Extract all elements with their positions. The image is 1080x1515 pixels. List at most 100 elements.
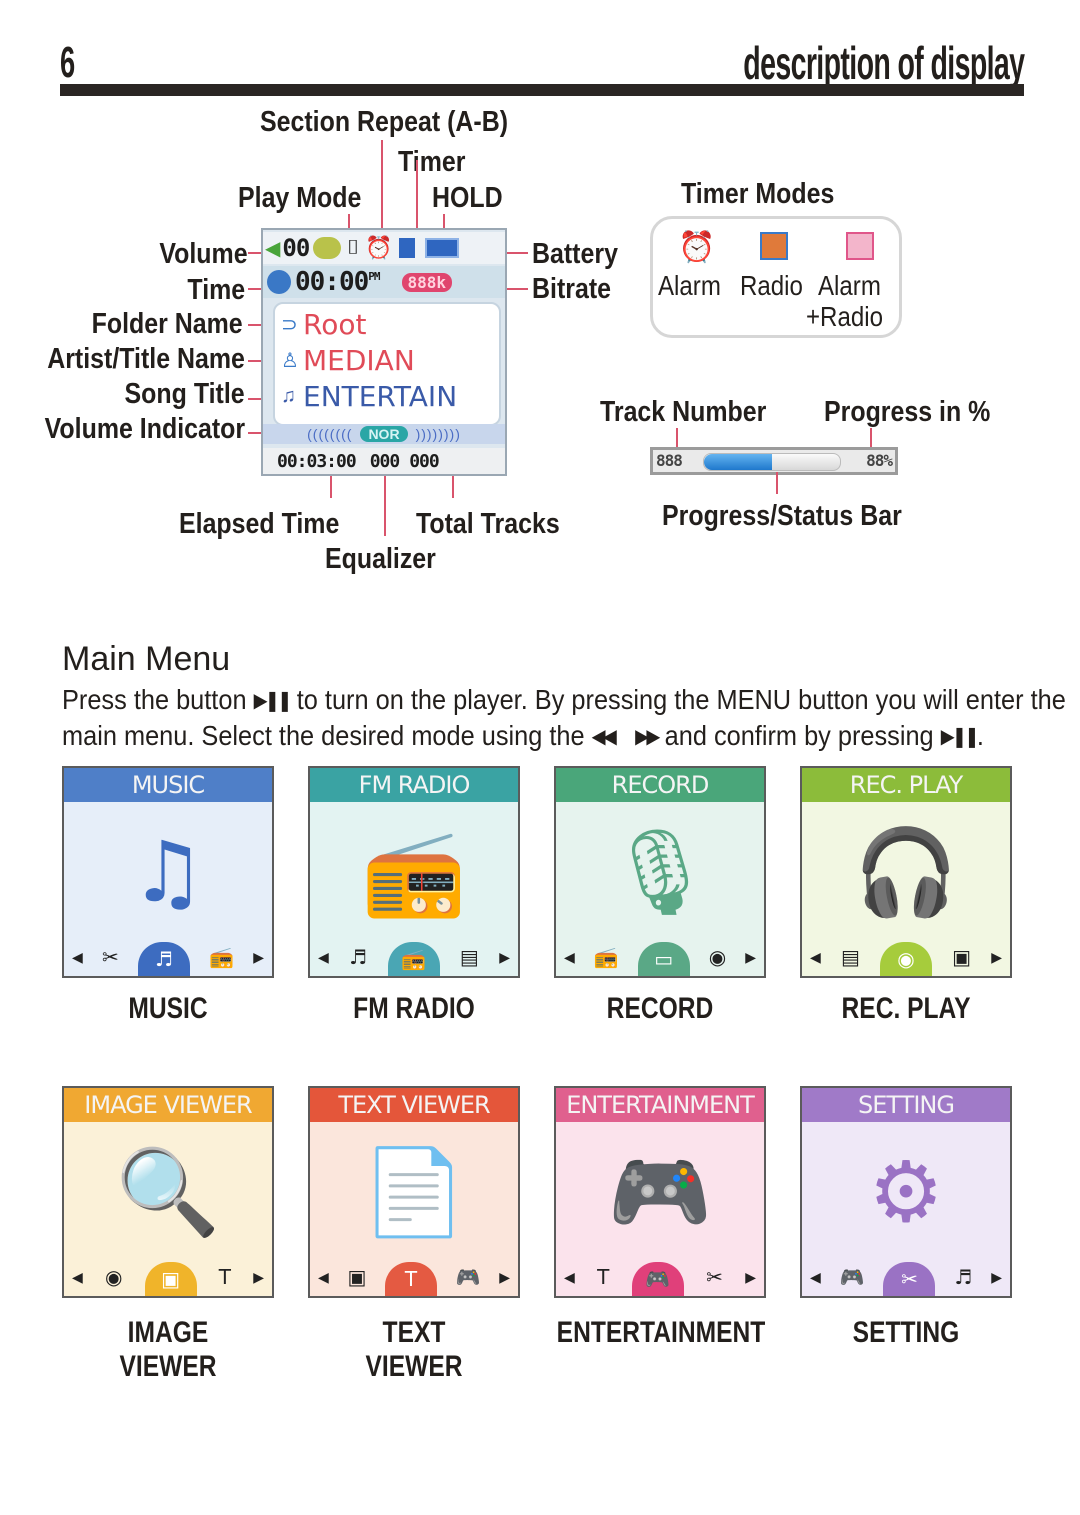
menu-tile-record[interactable]: RECORD 🎙 ◀ 📻 ▭ ◉ ▶ [554,766,766,978]
nav-next-mode-icon: ◉ [708,945,727,969]
nav-prev-mode-icon: T [597,1265,610,1289]
menu-tile-fm-radio[interactable]: FM RADIO 📻 ◀ ♬ 📻 ▤ ▶ [308,766,520,978]
nav-right-arrow-icon[interactable]: ▶ [499,949,510,966]
tile-header: IMAGE VIEWER [64,1088,272,1122]
nav-left-arrow-icon[interactable]: ◀ [564,949,575,966]
text-viewer-art-icon: 📄 [361,1143,467,1241]
nav-right-arrow-icon[interactable]: ▶ [253,1269,264,1286]
nav-right-arrow-icon[interactable]: ▶ [499,1269,510,1286]
music-note-icon: ♫ [281,385,296,407]
nav-right-arrow-icon[interactable]: ▶ [991,1269,1002,1286]
tile-nav-bar: ◀ T 🎮 ✂ ▶ [556,1258,764,1296]
menu-label-text-viewer: TEXT VIEWER [311,1316,518,1384]
nav-left-arrow-icon[interactable]: ◀ [318,1269,329,1286]
nav-current-mode-icon: ✂ [883,1262,936,1296]
record-art-icon: 🎙 [606,823,714,921]
nav-left-arrow-icon[interactable]: ◀ [564,1269,575,1286]
menu-tile-setting[interactable]: SETTING ⚙ ◀ 🎮 ✂ ♬ ▶ [800,1086,1012,1298]
lcd-screen: ◀ 00 ⌷ ⏰ 00:00 PM 888k ⊃ Root ♙ MEDIAN ♫ [261,228,507,476]
nav-prev-mode-icon: ◉ [104,1265,123,1289]
label-bitrate: Bitrate [532,273,611,305]
tile-header: MUSIC [64,768,272,802]
tile-artwork: 🎧 [802,802,1010,942]
lcd-time-row: 00:00 PM 888k [263,266,505,298]
nav-current-mode-icon: 📻 [387,942,440,976]
nav-left-arrow-icon[interactable]: ◀ [318,949,329,966]
nav-current-mode-icon: ▭ [637,942,690,976]
tile-nav-bar: ◀ ◉ ▣ T ▶ [64,1258,272,1296]
line1-text-a: Press the button [62,684,247,715]
folder-icon: ⊃ [281,314,298,336]
nav-left-arrow-icon[interactable]: ◀ [72,1269,83,1286]
folder-name-value: Root [303,308,367,341]
tile-artwork: 🎙 [556,802,764,942]
tile-artwork: 🔍 [64,1122,272,1262]
repeat-mode-icon [313,237,342,259]
menu-label-line1: TEXT [382,1316,446,1349]
tile-artwork: ⚙ [802,1122,1010,1262]
nav-current-mode-icon: ▣ [144,1262,197,1296]
menu-tile-music[interactable]: MUSIC ♫ ◀ ✂ ♬ 📻 ▶ [62,766,274,978]
nav-prev-mode-icon: ▤ [840,945,860,969]
nav-left-arrow-icon[interactable]: ◀ [810,949,821,966]
nav-current-mode-icon: T [385,1262,437,1296]
label-track-number: Track Number [600,396,767,428]
nav-right-arrow-icon[interactable]: ▶ [745,949,756,966]
menu-tile-text-viewer[interactable]: TEXT VIEWER 📄 ◀ ▣ T 🎮 ▶ [308,1086,520,1298]
nav-current-mode-icon: ◉ [880,942,932,976]
menu-tile-entertainment[interactable]: ENTERTAINMENT 🎮 ◀ T 🎮 ✂ ▶ [554,1086,766,1298]
tile-nav-bar: ◀ ♬ 📻 ▤ ▶ [310,938,518,976]
label-artist-title-name: Artist/Title Name [47,343,245,375]
menu-tile-rec-play[interactable]: REC. PLAY 🎧 ◀ ▤ ◉ ▣ ▶ [800,766,1012,978]
track-current-value: 000 [369,450,400,472]
label-volume: Volume [159,238,248,270]
music-art-icon: ♫ [130,823,206,921]
menu-label-entertainment: ENTERTAINMENT [557,1316,766,1350]
timer-mode-alarm: Alarm [658,270,721,301]
volume-value: 00 [282,234,310,262]
nav-left-arrow-icon[interactable]: ◀ [810,1269,821,1286]
clock-icon [267,270,291,294]
nav-right-arrow-icon[interactable]: ▶ [253,949,264,966]
label-battery: Battery [532,238,618,270]
tile-nav-bar: ◀ 🎮 ✂ ♬ ▶ [802,1258,1010,1296]
tile-nav-bar: ◀ ▣ T 🎮 ▶ [310,1258,518,1296]
leader-section-repeat [381,140,383,236]
tile-nav-bar: ◀ ▤ ◉ ▣ ▶ [802,938,1010,976]
nav-left-arrow-icon[interactable]: ◀ [72,949,83,966]
timer-mode-radio: Radio [740,270,803,301]
timer-mode-alarm-radio-line2: +Radio [806,301,883,332]
label-folder-name: Folder Name [91,308,243,340]
song-value: ENTERTAIN [303,380,458,413]
nav-prev-mode-icon: 📻 [593,945,619,969]
label-timer: Timer [398,146,466,178]
nav-prev-mode-icon: ♬ [349,945,368,969]
label-time: Time [187,274,245,306]
volume-indicator-left: (((((((( [307,426,353,442]
ab-repeat-icon: ⌷ [347,236,360,259]
label-progress-percent: Progress in % [824,396,991,428]
header-rule [60,84,1024,96]
tile-header: SETTING [802,1088,1010,1122]
tile-artwork: 🎮 [556,1122,764,1262]
lcd-track-info: ⊃ Root ♙ MEDIAN ♫ ENTERTAIN [273,302,501,426]
label-elapsed-time: Elapsed Time [179,508,340,540]
nav-right-arrow-icon[interactable]: ▶ [745,1269,756,1286]
line2-text-b: and confirm by pressing [664,720,934,751]
radio-timer-icon [760,232,788,260]
volume-indicator-right: )))))))) [415,426,461,442]
label-hold: HOLD [432,182,503,214]
lcd-bottom-row: 00:03:00 000 000 [263,448,505,474]
nav-current-mode-icon: ♬ [137,942,190,976]
instruction-line-2: main menu. Select the desired mode using… [62,718,984,754]
menu-label-image-viewer: IMAGE VIEWER [65,1316,272,1384]
track-number-value: 888 [656,451,683,470]
main-menu-instructions: Press the button ▶❚❚ to turn on the play… [62,682,1066,754]
menu-tile-image-viewer[interactable]: IMAGE VIEWER 🔍 ◀ ◉ ▣ T ▶ [62,1086,274,1298]
battery-icon [424,238,459,258]
timer-mode-alarm-radio-line1: Alarm [818,270,881,301]
alarm-clock-icon: ⏰ [365,235,393,260]
nav-right-arrow-icon[interactable]: ▶ [991,949,1002,966]
menu-label-line1: MUSIC [128,992,208,1025]
label-song-title: Song Title [124,378,245,410]
